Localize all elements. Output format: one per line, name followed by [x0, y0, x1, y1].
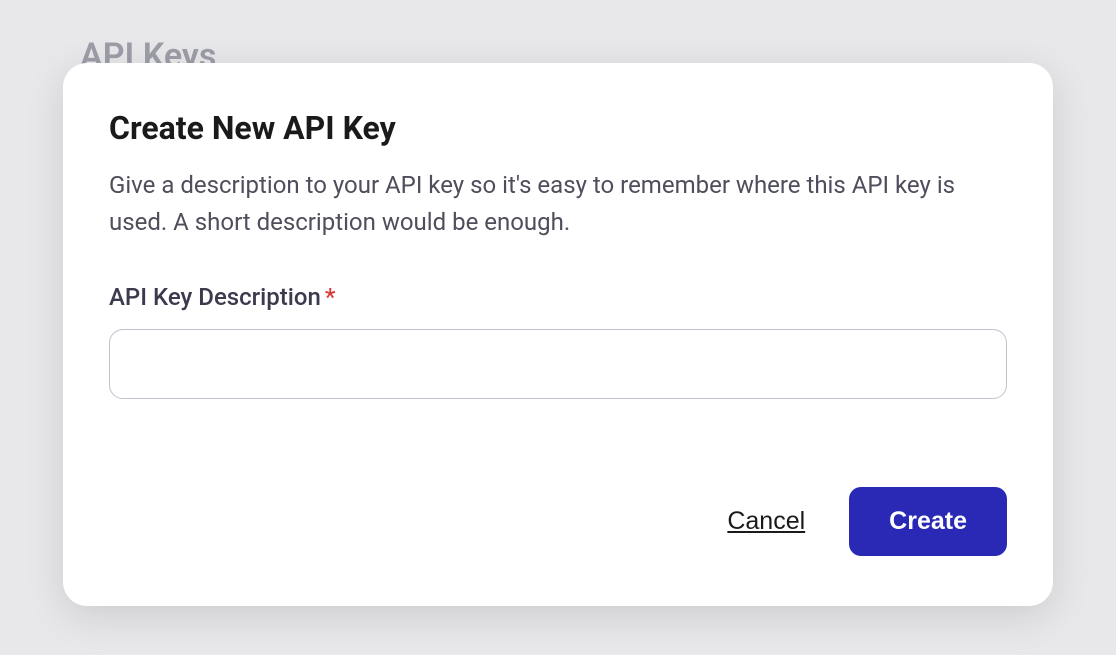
modal-actions: Cancel Create	[109, 487, 1007, 556]
cancel-button[interactable]: Cancel	[727, 507, 805, 536]
api-key-description-input[interactable]	[109, 329, 1007, 399]
create-api-key-modal: Create New API Key Give a description to…	[63, 63, 1053, 606]
modal-description: Give a description to your API key so it…	[109, 167, 1007, 241]
modal-title: Create New API Key	[109, 109, 1007, 147]
description-field-label: API Key Description*	[109, 283, 1007, 311]
required-asterisk: *	[325, 283, 336, 311]
field-label-text: API Key Description	[109, 283, 321, 311]
create-button[interactable]: Create	[849, 487, 1007, 556]
